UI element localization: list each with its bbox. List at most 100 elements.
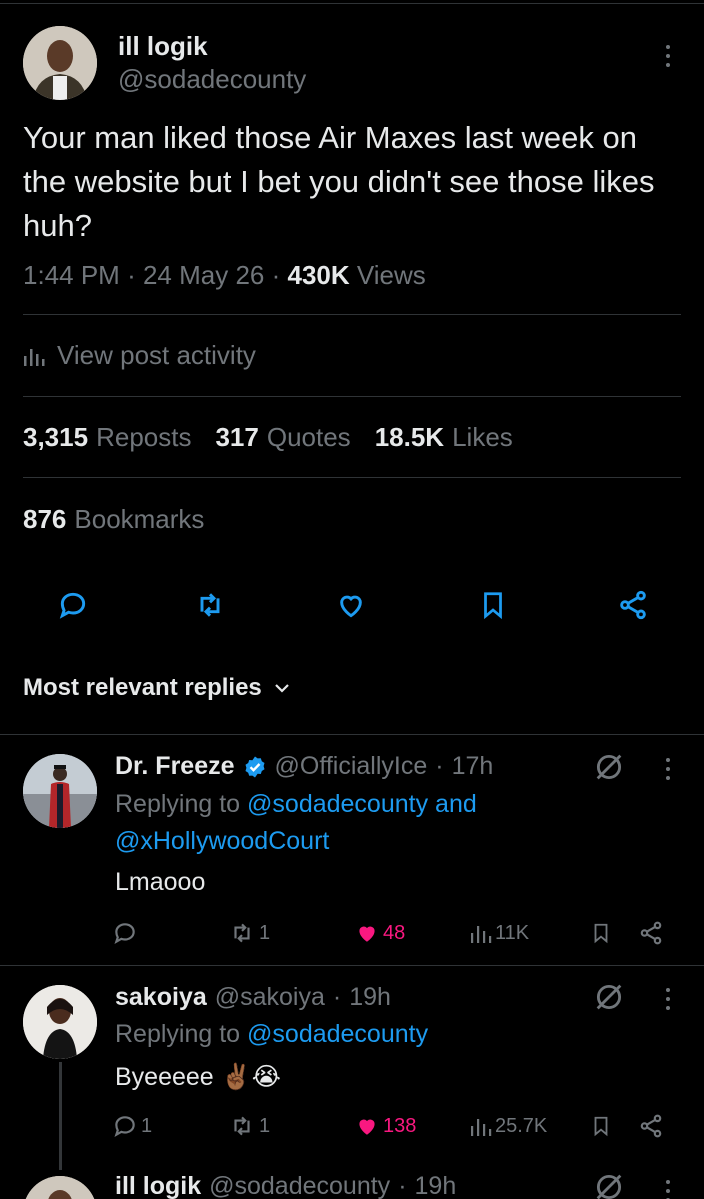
bookmarks-stat[interactable]: 876 Bookmarks: [23, 504, 204, 535]
bookmarks-label: Bookmarks: [74, 504, 205, 534]
tweet-time[interactable]: 1:44 PM: [23, 260, 120, 290]
engagement-stats: 3,315 Reposts 317 Quotes 18.5K Likes: [23, 422, 513, 453]
replying-prefix: Replying to: [115, 790, 241, 818]
mention-link[interactable]: @sodadecounty: [247, 1020, 428, 1048]
reposts-count: 3,315: [23, 422, 89, 452]
reply-button[interactable]: [112, 918, 141, 948]
reply-avatar[interactable]: [23, 985, 97, 1059]
grok-icon[interactable]: [592, 1170, 626, 1199]
tweet-meta: 1:44 PM · 24 May 26 · 430K Views: [23, 260, 426, 290]
reposts-label: Reposts: [96, 422, 192, 452]
replying-to: Replying to @sodadecounty: [115, 1016, 675, 1053]
reply-action-bar: 1 1 138 25.7K: [112, 1111, 672, 1141]
mention-link[interactable]: @xHollywoodCourt: [115, 827, 329, 855]
reply-icon: [114, 923, 135, 944]
more-options-icon[interactable]: [664, 758, 672, 780]
repost-button[interactable]: 1: [228, 1111, 270, 1141]
grok-icon[interactable]: [592, 750, 626, 784]
like-button[interactable]: [331, 585, 371, 625]
likes-label: Likes: [452, 422, 513, 452]
quotes-stat[interactable]: 317 Quotes: [215, 422, 350, 453]
reply-header: sakoiya @sakoiya · 19h: [115, 983, 391, 1012]
quotes-count: 317: [215, 422, 259, 452]
chevron-down-icon: [274, 684, 289, 693]
separator: ·: [398, 1172, 407, 1199]
quotes-label: Quotes: [266, 422, 351, 452]
share-icon: [620, 590, 646, 620]
share-button[interactable]: [638, 1111, 664, 1141]
replies-sort-dropdown[interactable]: Most relevant replies: [23, 674, 290, 702]
reply-button[interactable]: 1: [112, 1111, 152, 1141]
author-name[interactable]: ill logik: [118, 31, 208, 62]
repost-count: 1: [259, 1114, 271, 1137]
bookmark-button[interactable]: [590, 1111, 612, 1141]
mention-link[interactable]: @sodadecounty: [247, 790, 428, 818]
thread-connector: [59, 1062, 62, 1170]
bookmarks-count: 876: [23, 504, 67, 534]
views-button[interactable]: 25.7K: [470, 1111, 547, 1141]
replying-prefix: Replying to: [115, 1020, 241, 1048]
heart-icon: [340, 595, 362, 618]
bookmark-icon: [594, 923, 608, 944]
bookmark-button[interactable]: [590, 918, 612, 948]
more-options-icon[interactable]: [664, 45, 672, 67]
reply-count: 1: [141, 1114, 153, 1137]
divider: [23, 396, 681, 397]
view-post-activity[interactable]: View post activity: [23, 340, 256, 371]
tweet-text: Your man liked those Air Maxes last week…: [23, 120, 655, 243]
reply-text: Byeeeee ✌🏾😭: [115, 1063, 281, 1091]
author-handle[interactable]: @sodadecounty: [118, 64, 306, 95]
reply-time[interactable]: 17h: [452, 752, 494, 781]
divider: [23, 314, 681, 315]
grok-icon[interactable]: [592, 980, 626, 1014]
analytics-icon: [471, 926, 492, 943]
more-options-icon[interactable]: [664, 1180, 672, 1199]
bookmark-button[interactable]: [473, 585, 513, 625]
heart-filled-icon: [359, 926, 375, 942]
share-icon: [640, 921, 662, 945]
heart-filled-icon: [359, 1119, 375, 1135]
separator: ·: [435, 752, 444, 780]
views-count: 430K: [287, 260, 350, 290]
reply-avatar[interactable]: [23, 754, 97, 828]
likes-stat[interactable]: 18.5K Likes: [375, 422, 513, 453]
share-icon: [640, 1114, 662, 1138]
like-button[interactable]: 48: [354, 918, 405, 948]
reply-time[interactable]: 19h: [415, 1172, 457, 1199]
reply-button[interactable]: [53, 585, 93, 625]
reply-time[interactable]: 19h: [349, 983, 391, 1012]
like-button[interactable]: 138: [354, 1111, 416, 1141]
analytics-icon: [471, 1119, 492, 1136]
reply-author-name[interactable]: Dr. Freeze: [115, 752, 235, 781]
author-avatar[interactable]: [23, 26, 97, 100]
share-button[interactable]: [613, 585, 653, 625]
reply-action-bar: 1 48 11K: [112, 918, 672, 948]
tweet-action-bar: [0, 585, 704, 625]
reply-author-handle[interactable]: @sakoiya: [215, 983, 325, 1012]
reply-author-name[interactable]: ill logik: [115, 1172, 201, 1199]
views-button[interactable]: 11K: [470, 918, 529, 948]
reply-header: ill logik @sodadecounty · 19h: [115, 1172, 456, 1199]
replies-sort-label: Most relevant replies: [23, 674, 262, 701]
reply-author-name[interactable]: sakoiya: [115, 983, 207, 1012]
reply-avatar[interactable]: [23, 1176, 97, 1199]
repost-icon: [234, 923, 250, 943]
tweet-date[interactable]: 24 May 26: [143, 260, 264, 290]
repost-button[interactable]: [190, 585, 230, 625]
views-count: 11K: [495, 921, 530, 944]
repost-count: 1: [259, 921, 271, 944]
divider: [23, 477, 681, 478]
share-button[interactable]: [638, 918, 664, 948]
reply-author-handle[interactable]: @OfficiallyIce: [275, 752, 428, 781]
reposts-stat[interactable]: 3,315 Reposts: [23, 422, 191, 453]
top-divider: [0, 3, 704, 4]
reply-author-handle[interactable]: @sodadecounty: [209, 1172, 390, 1199]
repost-button[interactable]: 1: [228, 918, 270, 948]
mention-and[interactable]: and: [435, 790, 477, 818]
views-count: 25.7K: [495, 1114, 548, 1137]
bookmark-icon: [594, 1116, 608, 1137]
repost-icon: [200, 593, 220, 617]
more-options-icon[interactable]: [664, 988, 672, 1010]
replying-to: Replying to @sodadecounty and @xHollywoo…: [115, 786, 675, 860]
like-count: 138: [383, 1114, 417, 1137]
